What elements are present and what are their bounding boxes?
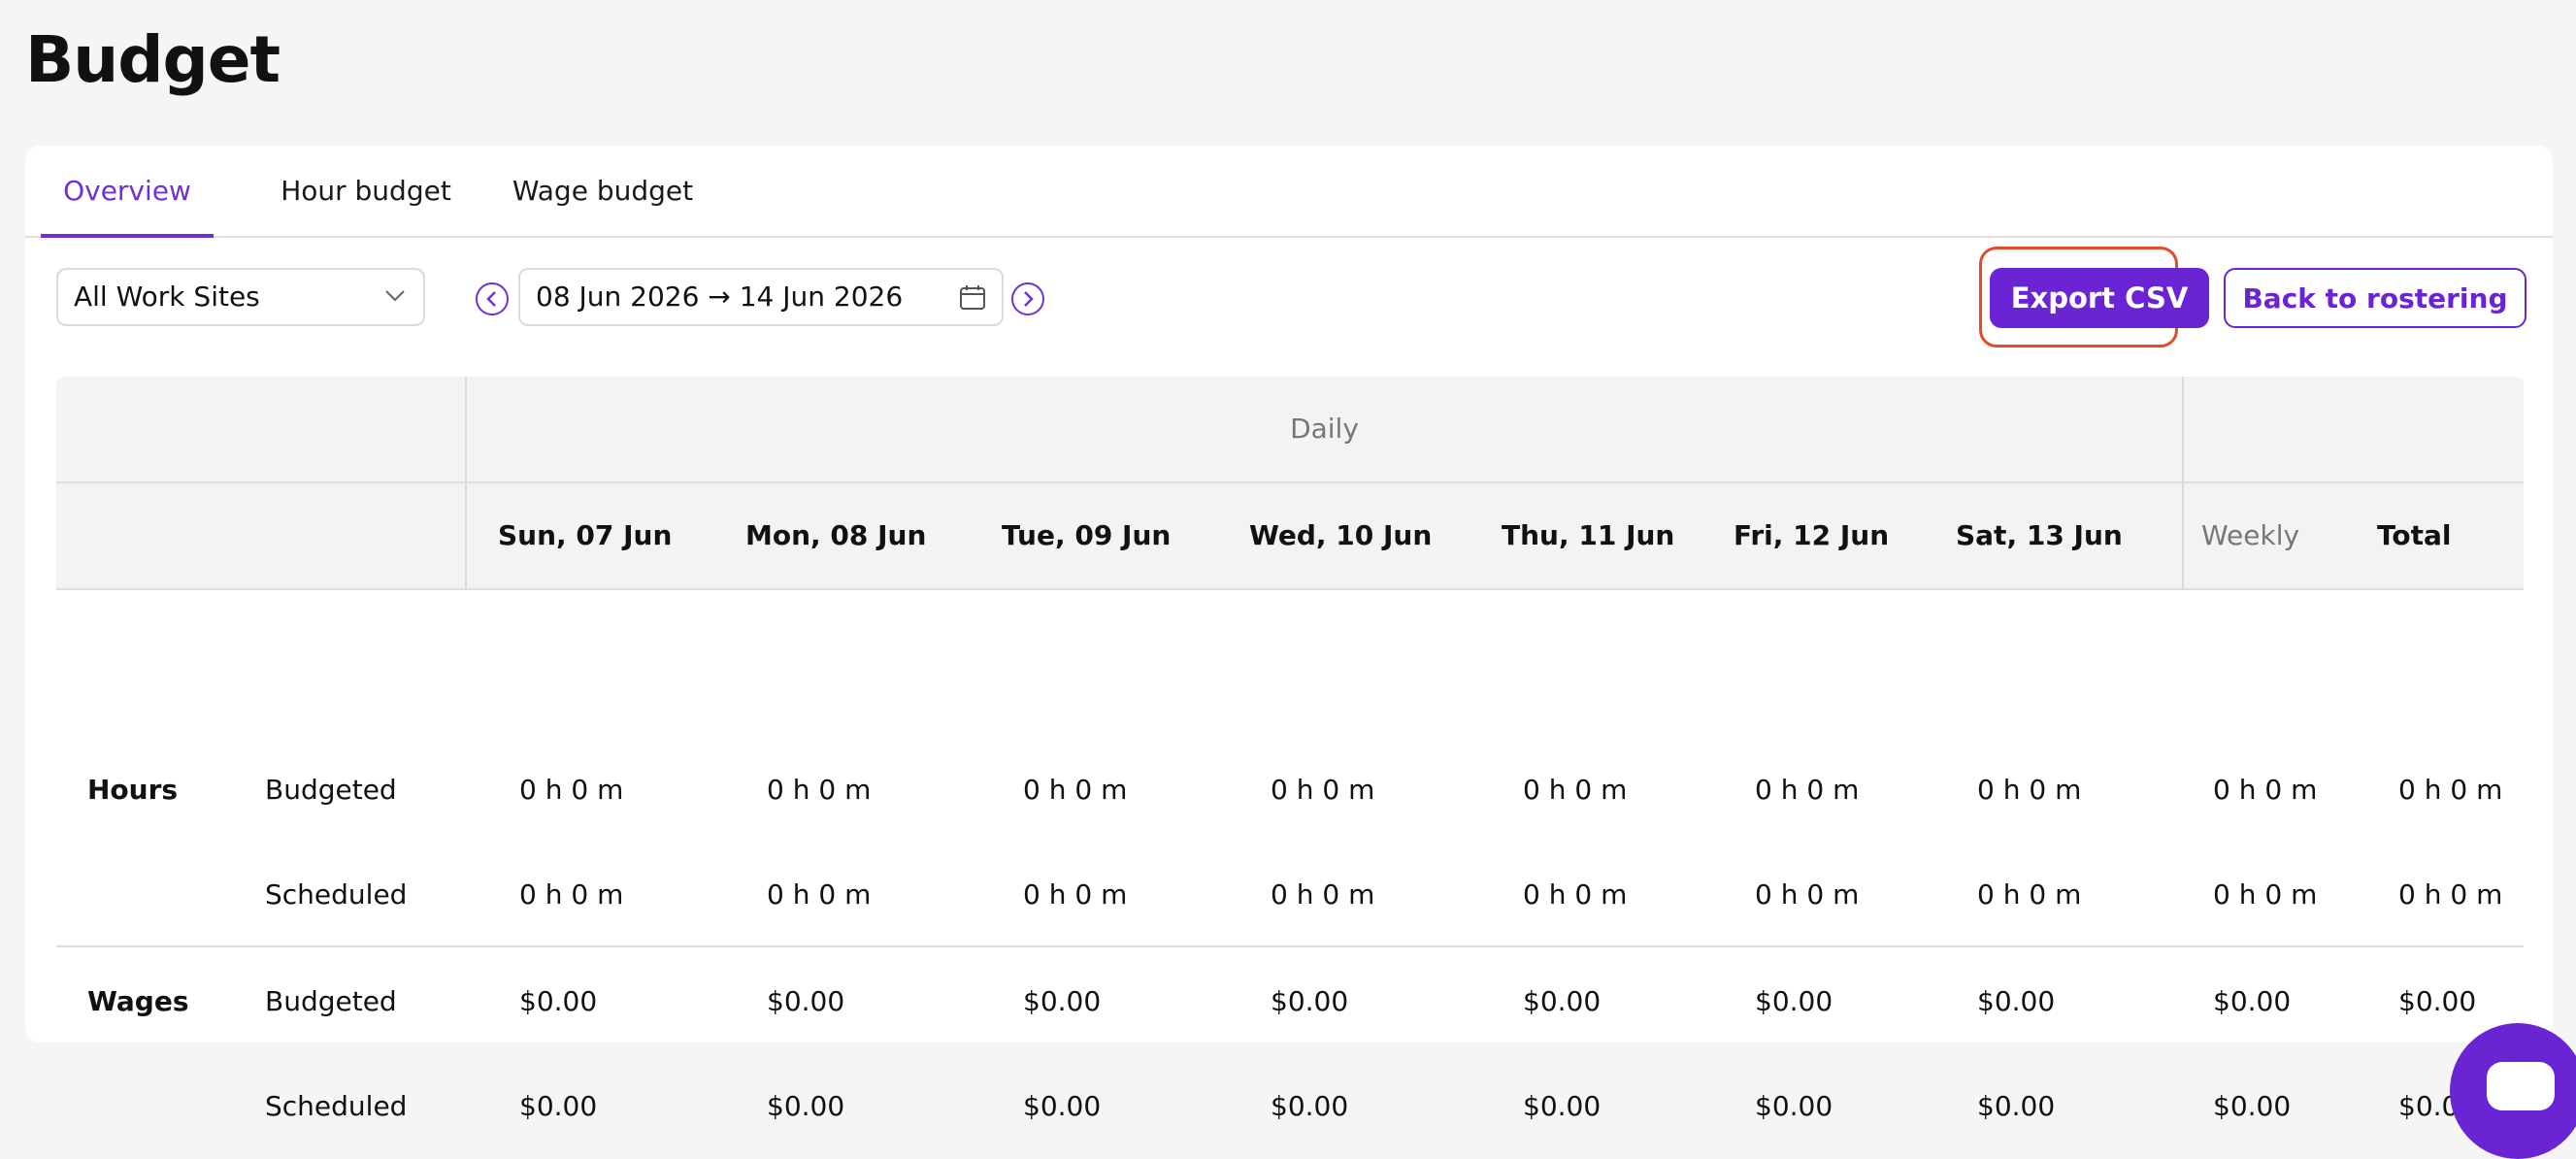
calendar-icon[interactable] bbox=[959, 283, 986, 311]
column-divider bbox=[2182, 377, 2184, 590]
chat-icon bbox=[2487, 1062, 2555, 1110]
page-title: Budget bbox=[25, 22, 281, 97]
table-cell: $0.00 bbox=[1271, 1090, 1349, 1122]
column-header-weekly: Weekly bbox=[2201, 519, 2300, 551]
table-cell: 0 h 0 m bbox=[1977, 878, 2082, 911]
table-cell: $0.00 bbox=[1523, 985, 1602, 1017]
table-cell: $0.00 bbox=[2398, 985, 2477, 1017]
table-cell: 0 h 0 m bbox=[1023, 878, 1128, 911]
table-cell: 0 h 0 m bbox=[1523, 774, 1628, 806]
table-cell: 0 h 0 m bbox=[1271, 774, 1375, 806]
table-cell: $0.00 bbox=[1977, 1090, 2056, 1122]
chevron-down-icon bbox=[385, 290, 405, 302]
row-label: Scheduled bbox=[265, 878, 408, 911]
table-cell: 0 h 0 m bbox=[1977, 774, 2082, 806]
back-to-rostering-button[interactable]: Back to rostering bbox=[2224, 268, 2526, 328]
table-cell: $0.00 bbox=[1523, 1090, 1602, 1122]
column-header-mon: Mon, 08 Jun bbox=[745, 519, 927, 551]
table-cell: 0 h 0 m bbox=[1271, 878, 1375, 911]
table-cell: 0 h 0 m bbox=[1755, 878, 1860, 911]
table-cell: $0.00 bbox=[1023, 1090, 1102, 1122]
table-cell: $0.00 bbox=[1977, 985, 2056, 1017]
table-cell: 0 h 0 m bbox=[1755, 774, 1860, 806]
tab-wage-budget[interactable]: Wage budget bbox=[485, 146, 720, 236]
next-arrow-icon bbox=[1024, 291, 1034, 307]
table-cell: 0 h 0 m bbox=[2398, 774, 2503, 806]
group-label-wages: Wages bbox=[87, 985, 189, 1017]
budget-card: Overview Hour budget Wage budget All Wor… bbox=[25, 146, 2553, 1122]
table-cell: $0.00 bbox=[1755, 1090, 1833, 1122]
table-cell: $0.00 bbox=[767, 985, 845, 1017]
export-csv-button[interactable]: Export CSV bbox=[1990, 268, 2209, 328]
table-cell: $0.00 bbox=[1023, 985, 1102, 1017]
daily-group-label: Daily bbox=[1290, 413, 1359, 445]
prev-arrow-icon bbox=[486, 291, 496, 307]
work-site-select[interactable]: All Work Sites bbox=[56, 268, 425, 326]
chat-launcher-button[interactable] bbox=[2450, 1023, 2576, 1159]
table-cell: $0.00 bbox=[1271, 985, 1349, 1017]
column-header-total: Total bbox=[2377, 519, 2452, 551]
table-cell: 0 h 0 m bbox=[767, 774, 872, 806]
row-label: Scheduled bbox=[265, 1090, 408, 1122]
group-label-hours: Hours bbox=[87, 774, 179, 806]
table-cell: $0.00 bbox=[2213, 985, 2292, 1017]
prev-week-button[interactable] bbox=[476, 282, 509, 315]
column-header-thu: Thu, 11 Jun bbox=[1502, 519, 1675, 551]
table-cell: 0 h 0 m bbox=[767, 878, 872, 911]
table-cell: $0.00 bbox=[519, 1090, 598, 1122]
date-range-value: 08 Jun 2026 → 14 Jun 2026 bbox=[536, 281, 904, 313]
table-cell: 0 h 0 m bbox=[519, 774, 624, 806]
table-cell: $0.00 bbox=[2213, 1090, 2292, 1122]
tab-bar: Overview Hour budget Wage budget bbox=[25, 146, 2553, 238]
table-cell: $0.00 bbox=[1755, 985, 1833, 1017]
work-site-select-value: All Work Sites bbox=[74, 281, 260, 313]
table-cell: 0 h 0 m bbox=[2398, 878, 2503, 911]
next-week-button[interactable] bbox=[1011, 282, 1044, 315]
tab-overview[interactable]: Overview bbox=[41, 146, 214, 238]
column-header-sat: Sat, 13 Jun bbox=[1956, 519, 2123, 551]
table-cell: 0 h 0 m bbox=[1023, 774, 1128, 806]
table-cell: $0.00 bbox=[767, 1090, 845, 1122]
group-divider bbox=[56, 945, 2524, 947]
row-label: Budgeted bbox=[265, 774, 397, 806]
column-header-tue: Tue, 09 Jun bbox=[1002, 519, 1172, 551]
column-header-sun: Sun, 07 Jun bbox=[498, 519, 673, 551]
table-cell: 0 h 0 m bbox=[2213, 878, 2318, 911]
table-cell: $0.00 bbox=[519, 985, 598, 1017]
row-label: Budgeted bbox=[265, 985, 397, 1017]
table-cell: 0 h 0 m bbox=[2213, 774, 2318, 806]
date-range-field[interactable]: 08 Jun 2026 → 14 Jun 2026 bbox=[518, 268, 1004, 326]
table-cell: 0 h 0 m bbox=[519, 878, 624, 911]
tab-hour-budget[interactable]: Hour budget bbox=[254, 146, 478, 236]
column-header-wed: Wed, 10 Jun bbox=[1249, 519, 1433, 551]
column-header-fri: Fri, 12 Jun bbox=[1734, 519, 1890, 551]
table-cell: 0 h 0 m bbox=[1523, 878, 1628, 911]
